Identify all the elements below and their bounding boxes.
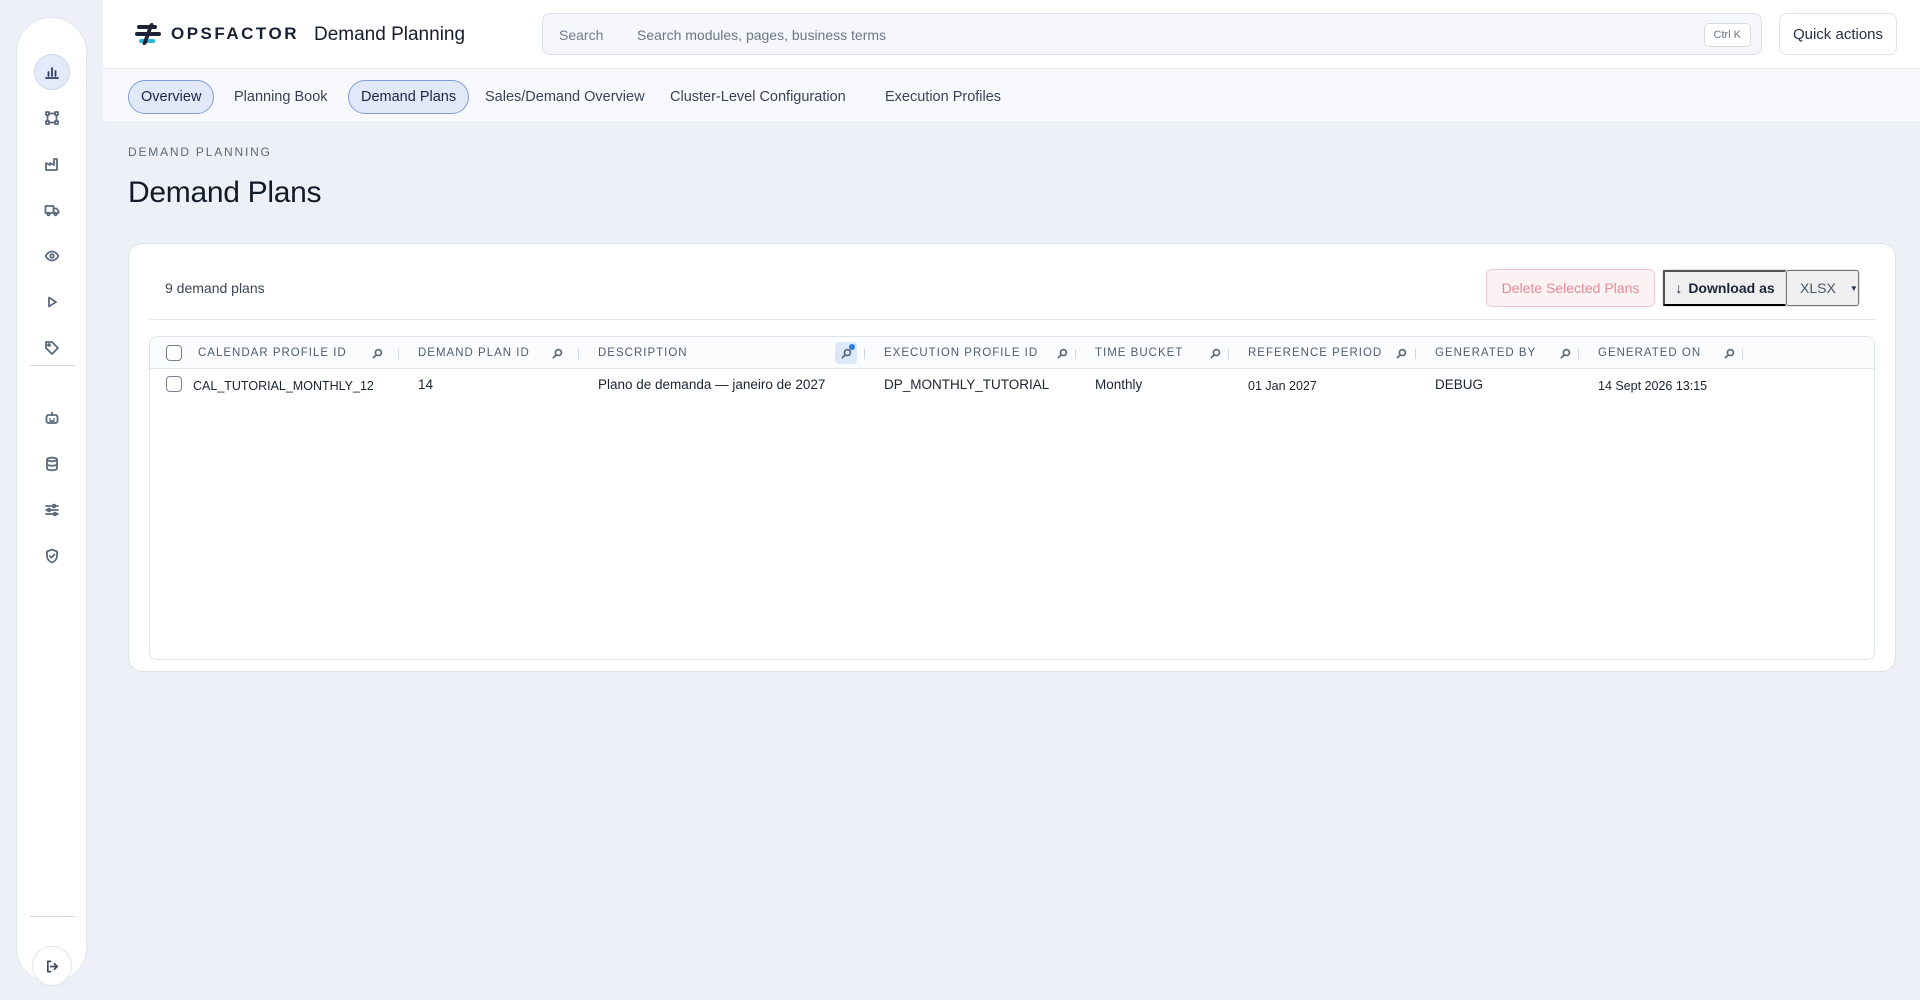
- search-input[interactable]: [637, 20, 1637, 50]
- cell-time-bucket: Monthly: [1095, 377, 1143, 392]
- format-value: XLSX: [1800, 280, 1836, 296]
- column-header-time-bucket[interactable]: TIME BUCKET: [1095, 337, 1183, 369]
- format-select[interactable]: XLSX ▼: [1786, 270, 1859, 306]
- column-header-generated-by[interactable]: GENERATED BY: [1435, 337, 1536, 369]
- robot-icon: [45, 411, 59, 424]
- search-icon[interactable]: [1721, 345, 1737, 361]
- nav-data-button[interactable]: [34, 446, 70, 482]
- column-resize-handle[interactable]: [1228, 349, 1229, 359]
- tab-label: Execution Profiles: [885, 89, 1002, 105]
- column-resize-handle[interactable]: [1742, 349, 1743, 359]
- nav-security-button[interactable]: [34, 538, 70, 574]
- column-resize-handle[interactable]: [1578, 349, 1579, 359]
- network-icon: [45, 111, 59, 125]
- tab-label: Overview: [141, 89, 202, 105]
- search-icon[interactable]: [1207, 345, 1223, 361]
- table-header: CALENDAR PROFILE ID DEMAND PLAN ID DESCR…: [150, 337, 1874, 369]
- quick-actions-button[interactable]: Quick actions: [1779, 13, 1897, 55]
- tab-label: Planning Book: [234, 89, 328, 105]
- nav-monitoring-button[interactable]: [34, 238, 70, 274]
- eye-icon: [44, 250, 60, 262]
- column-header-reference-period[interactable]: REFERENCE PERIOD: [1248, 337, 1382, 369]
- column-resize-handle[interactable]: [864, 349, 865, 359]
- download-arrow-icon: ↓: [1675, 280, 1683, 296]
- search-icon[interactable]: [549, 345, 565, 361]
- breadcrumb: DEMAND PLANNING: [128, 145, 272, 159]
- nav-factory-button[interactable]: [34, 146, 70, 182]
- tab-label: Cluster-Level Configuration: [670, 89, 846, 105]
- plan-count: 9 demand plans: [165, 280, 265, 296]
- logout-icon: [46, 960, 58, 972]
- row-checkbox[interactable]: [166, 376, 182, 392]
- chevron-down-icon: ▼: [1849, 283, 1858, 293]
- tab-demand-plans[interactable]: Demand Plans: [348, 80, 470, 114]
- column-header-execution-profile-id[interactable]: EXECUTION PROFILE ID: [884, 337, 1038, 369]
- search-icon[interactable]: [1393, 345, 1409, 361]
- rail-divider-bottom: [30, 916, 75, 917]
- database-icon: [46, 456, 58, 472]
- rail-divider: [30, 365, 75, 366]
- divider: [149, 319, 1877, 320]
- play-icon: [48, 296, 57, 308]
- cell-reference-period: 01 Jan 2027: [1248, 379, 1317, 393]
- search-icon[interactable]: [1557, 345, 1573, 361]
- tab-cluster-level-configuration[interactable]: Cluster-Level Configuration: [658, 80, 858, 114]
- column-resize-handle[interactable]: [578, 349, 579, 359]
- active-filter-search-icon[interactable]: [835, 342, 857, 364]
- module-title: Demand Planning: [314, 24, 466, 45]
- sliders-icon: [45, 503, 59, 517]
- download-group: ↓ Download as XLSX ▼: [1662, 269, 1860, 307]
- nav-settings-button[interactable]: [34, 492, 70, 528]
- global-search[interactable]: Search Ctrl K: [542, 13, 1762, 55]
- column-header-description[interactable]: DESCRIPTION: [598, 337, 688, 369]
- download-label: Download as: [1688, 280, 1775, 296]
- column-header-calendar-profile-id[interactable]: CALENDAR PROFILE ID: [198, 337, 347, 369]
- shield-check-icon: [46, 548, 58, 564]
- tab-overview[interactable]: Overview: [128, 80, 215, 114]
- nav-network-button[interactable]: [34, 100, 70, 136]
- left-rail: [16, 17, 87, 986]
- nav-execution-button[interactable]: [34, 284, 70, 320]
- page-title: Demand Plans: [128, 176, 322, 209]
- cell-generated-on: 14 Sept 2026 13:15: [1598, 379, 1708, 393]
- tab-planning-book[interactable]: Planning Book: [222, 80, 340, 114]
- brand-name: OPSFACTOR: [171, 24, 299, 43]
- column-header-demand-plan-id[interactable]: DEMAND PLAN ID: [418, 337, 530, 369]
- brand-logo[interactable]: OPSFACTOR: [133, 22, 299, 46]
- top-header: OPSFACTOR Demand Planning Search Ctrl K …: [103, 0, 1920, 69]
- column-resize-handle[interactable]: [398, 349, 399, 359]
- nav-analytics-button[interactable]: [34, 54, 70, 90]
- factory-icon: [45, 158, 58, 171]
- nav-logistics-button[interactable]: [34, 192, 70, 228]
- tab-label: Sales/Demand Overview: [485, 89, 645, 105]
- search-icon[interactable]: [1054, 345, 1070, 361]
- section-tabs: Overview Planning Book Demand Plans Sale…: [103, 69, 1920, 123]
- cell-execution-profile-id: DP_MONTHLY_TUTORIAL: [884, 377, 1050, 392]
- tag-icon: [45, 341, 59, 355]
- delete-selected-plans-button[interactable]: Delete Selected Plans: [1486, 269, 1655, 307]
- tab-label: Demand Plans: [361, 89, 457, 105]
- demand-plans-table: CALENDAR PROFILE ID DEMAND PLAN ID DESCR…: [149, 336, 1875, 660]
- nav-automation-button[interactable]: [34, 400, 70, 436]
- demand-plans-card: 9 demand plans Delete Selected Plans ↓ D…: [128, 243, 1896, 672]
- select-all-checkbox[interactable]: [166, 345, 182, 361]
- truck-icon: [44, 205, 60, 217]
- search-shortcut-badge: Ctrl K: [1703, 23, 1751, 47]
- tab-execution-profiles[interactable]: Execution Profiles: [873, 80, 1013, 114]
- logout-button[interactable]: [32, 946, 72, 986]
- tab-sales-demand-overview[interactable]: Sales/Demand Overview: [473, 80, 657, 114]
- opsfactor-logo-icon: [133, 22, 163, 46]
- column-resize-handle[interactable]: [1075, 349, 1076, 359]
- cell-calendar-profile-id: CAL_TUTORIAL_MONTHLY_12: [193, 379, 374, 393]
- column-header-generated-on[interactable]: GENERATED ON: [1598, 337, 1701, 369]
- nav-pricing-button[interactable]: [34, 330, 70, 366]
- cell-demand-plan-id: 14: [418, 377, 434, 392]
- download-button[interactable]: ↓ Download as: [1663, 270, 1786, 306]
- search-label: Search: [559, 27, 604, 43]
- cell-generated-by: DEBUG: [1435, 377, 1484, 392]
- cell-description: Plano de demanda — janeiro de 2027: [598, 377, 826, 392]
- bar-chart-icon: [45, 67, 59, 79]
- search-icon[interactable]: [369, 345, 385, 361]
- column-resize-handle[interactable]: [1415, 349, 1416, 359]
